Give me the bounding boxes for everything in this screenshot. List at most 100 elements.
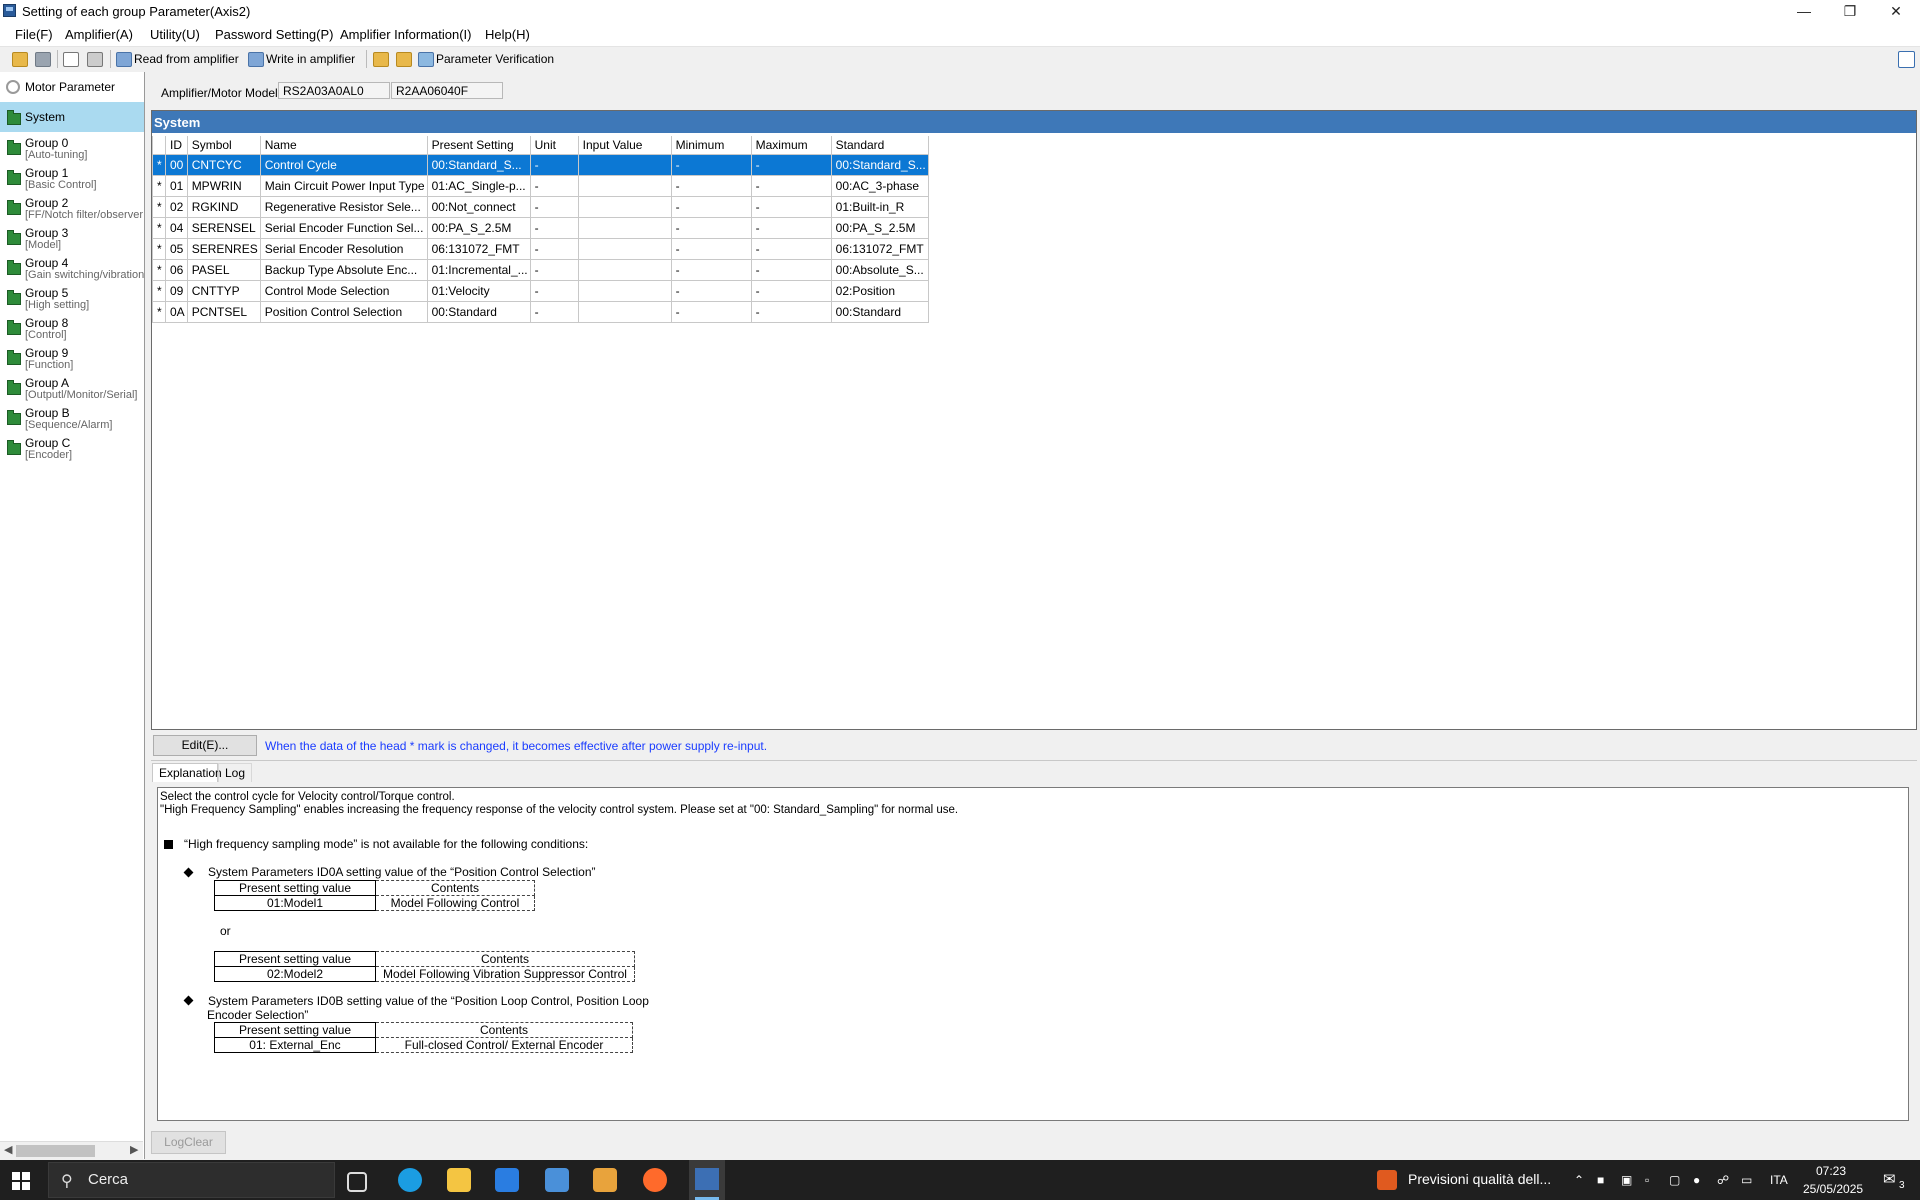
table-cell-input-value[interactable] [577,217,672,239]
table-cell-maximum: - [750,217,832,239]
clock-date[interactable]: 25/05/2025 [1803,1182,1863,1196]
store-icon[interactable] [495,1168,519,1192]
table-cell-input-value[interactable] [577,175,672,197]
pane-splitter[interactable] [151,760,1917,761]
column-header-present-setting[interactable]: Present Setting [426,136,531,155]
tree-item-group-2[interactable]: Group 2 [FF/Notch filter/observer [0,194,144,224]
edge-browser-icon[interactable] [398,1168,422,1192]
display-icon[interactable]: ▭ [1741,1173,1752,1187]
table-cell-input-value[interactable] [577,259,672,281]
weather-widget-text[interactable]: Previsioni qualità dell... [1408,1171,1551,1187]
save-icon[interactable] [35,52,51,67]
tray-app-icon[interactable]: ▣ [1621,1173,1632,1187]
column-header-maximum[interactable]: Maximum [750,136,832,155]
active-app-highlight[interactable] [689,1160,725,1200]
firefox-icon[interactable] [643,1168,667,1192]
tab-log[interactable]: Log [218,763,252,782]
media-app-icon[interactable] [593,1168,617,1192]
table-row[interactable]: * 01 MPWRIN Main Circuit Power Input Typ… [152,175,929,197]
folder-icon [7,410,21,425]
parameter-verification-button[interactable]: Parameter Verification [436,52,554,66]
import-icon[interactable] [373,52,389,67]
read-from-amplifier-button[interactable]: Read from amplifier [134,52,239,66]
table-cell-input-value[interactable] [577,301,672,323]
info-icon[interactable] [1898,51,1915,68]
tray-app-icon[interactable]: ▢ [1669,1173,1680,1187]
tree-item-group-a[interactable]: Group A [Outputl/Monitor/Serial] [0,374,144,404]
menu-help[interactable]: Help(H) [485,27,530,42]
menu-amplifier-information[interactable]: Amplifier Information(I) [340,27,471,42]
table-row[interactable]: * 09 CNTTYP Control Mode Selection 01:Ve… [152,280,929,302]
tree-item-group-4[interactable]: Group 4 [Gain switching/vibration [0,254,144,284]
menu-password-setting[interactable]: Password Setting(P) [215,27,334,42]
column-header-unit[interactable]: Unit [529,136,579,155]
notifications-icon[interactable]: ✉ [1883,1170,1896,1188]
print-icon[interactable] [87,52,103,67]
tree-label: Group 9 [25,346,69,360]
clock-time[interactable]: 07:23 [1816,1164,1846,1178]
table-cell-input-value[interactable] [577,238,672,260]
file-explorer-icon[interactable] [447,1168,471,1192]
log-clear-button[interactable]: LogClear [151,1131,226,1154]
table-cell-present-setting: 00:Standard [426,301,531,323]
folder-icon [7,200,21,215]
column-header-symbol[interactable]: Symbol [186,136,261,155]
tree-item-group-0[interactable]: Group 0 [Auto-tuning] [0,134,144,164]
tree-horizontal-scrollbar[interactable]: ◀ ▶ [0,1141,143,1160]
menu-file[interactable]: File(F) [15,27,53,42]
language-indicator[interactable]: ITA [1770,1173,1788,1187]
scroll-right-icon[interactable]: ▶ [130,1143,138,1156]
tree-item-motor-parameter[interactable]: Motor Parameter [0,72,144,100]
tree-item-group-5[interactable]: Group 5 [High setting] [0,284,144,314]
export-icon[interactable] [396,52,412,67]
write-in-amplifier-button[interactable]: Write in amplifier [266,52,355,66]
task-view-icon[interactable] [347,1172,367,1192]
tree-item-group-8[interactable]: Group 8 [Control] [0,314,144,344]
table-cell-id: 04 [165,217,188,239]
tray-app-icon[interactable]: ● [1693,1173,1700,1187]
tree-item-group-9[interactable]: Group 9 [Function] [0,344,144,374]
column-header-minimum[interactable]: Minimum [670,136,752,155]
edit-button[interactable]: Edit(E)... [153,735,257,756]
write-in-amplifier-icon[interactable] [248,52,264,67]
weather-icon[interactable] [1377,1170,1397,1190]
app-icon[interactable] [545,1168,569,1192]
table-row[interactable]: * 05 SERENRES Serial Encoder Resolution … [152,238,929,260]
table-cell-input-value[interactable] [577,154,672,176]
column-header-id[interactable]: ID [165,136,188,155]
table-cell-input-value[interactable] [577,280,672,302]
scrollbar-thumb[interactable] [16,1145,95,1157]
windows-start-icon[interactable] [12,1172,30,1190]
table-row[interactable]: * 02 RGKIND Regenerative Resistor Sele..… [152,196,929,218]
column-header-input-value[interactable]: Input Value [577,136,672,155]
scroll-left-icon[interactable]: ◀ [4,1143,12,1156]
table-row[interactable]: * 0A PCNTSEL Position Control Selection … [152,301,929,323]
close-button[interactable]: ✕ [1873,0,1919,22]
menu-amplifier[interactable]: Amplifier(A) [65,27,133,42]
table-row[interactable]: * 06 PASEL Backup Type Absolute Enc... 0… [152,259,929,281]
table-cell-input-value[interactable] [577,196,672,218]
network-icon[interactable]: ☍ [1717,1173,1729,1187]
table-row[interactable]: * 00 CNTCYC Control Cycle 00:Standard_S.… [152,154,929,176]
parameter-verification-icon[interactable] [418,52,434,67]
tree-item-group-1[interactable]: Group 1 [Basic Control] [0,164,144,194]
read-from-amplifier-icon[interactable] [116,52,132,67]
tray-app-icon[interactable]: ▫ [1645,1173,1649,1187]
tab-explanation[interactable]: Explanation [152,763,222,782]
tree-item-group-3[interactable]: Group 3 [Model] [0,224,144,254]
column-header-name[interactable]: Name [259,136,428,155]
menu-utility[interactable]: Utility(U) [150,27,200,42]
minimize-button[interactable]: — [1781,0,1827,22]
tree-item-group-c[interactable]: Group C [Encoder] [0,434,144,464]
column-header[interactable] [152,136,166,155]
print-preview-icon[interactable] [63,52,79,67]
restore-button[interactable]: ❐ [1827,0,1873,22]
column-header-standard[interactable]: Standard [830,136,929,155]
security-icon[interactable]: ■ [1597,1173,1604,1187]
tree-item-group-b[interactable]: Group B [Sequence/Alarm] [0,404,144,434]
table-row[interactable]: * 04 SERENSEL Serial Encoder Function Se… [152,217,929,239]
table-cell-maximum: - [750,175,832,197]
tree-item-system[interactable]: System [0,102,144,132]
show-hidden-icons-icon[interactable]: ⌃ [1574,1173,1584,1187]
open-folder-icon[interactable] [12,52,28,67]
